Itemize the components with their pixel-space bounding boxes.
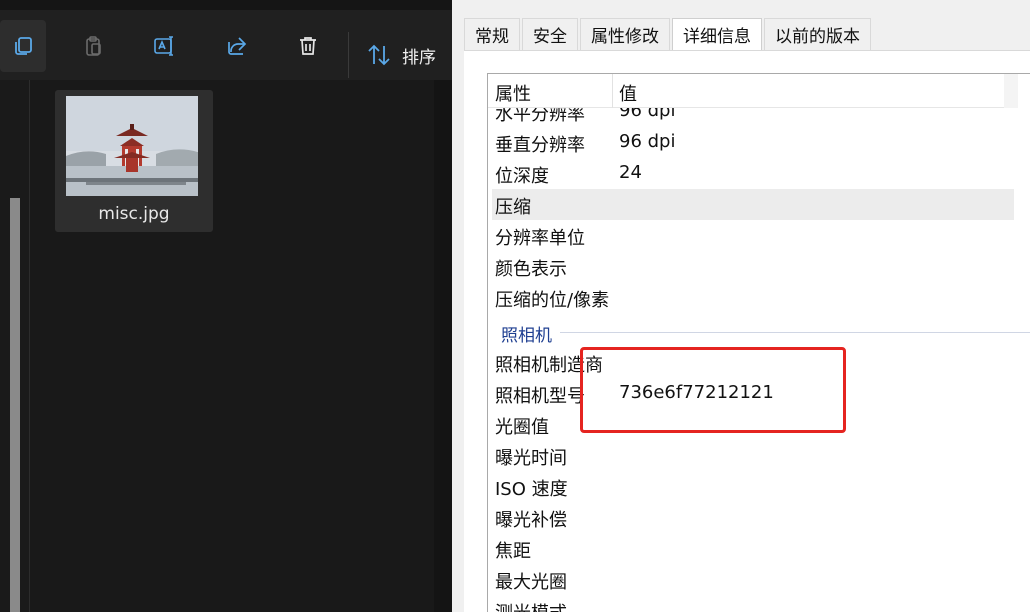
tab-security[interactable]: 安全 <box>522 18 578 50</box>
tab-previous-versions[interactable]: 以前的版本 <box>764 18 871 50</box>
detail-key: 垂直分辨率 <box>495 135 585 156</box>
file-list-scrollbar[interactable] <box>434 80 452 612</box>
details-panel: 属性 值 水平分辨率 96 dpi 垂直分辨率 96 dpi 位深度 24 压缩… <box>464 50 1030 612</box>
detail-row[interactable]: 焦距 <box>488 533 1030 564</box>
pavilion-thumbnail-image <box>66 96 198 196</box>
detail-key: ISO 速度 <box>495 479 568 500</box>
copy-button[interactable] <box>0 20 46 72</box>
column-header-property[interactable]: 属性 <box>495 80 531 106</box>
detail-value: 96 dpi <box>619 131 676 152</box>
detail-row-selected[interactable]: 压缩 <box>492 189 1014 220</box>
delete-button[interactable] <box>285 20 331 72</box>
group-header-camera: 照相机 <box>488 313 1030 347</box>
detail-row[interactable]: 最大光圈 <box>488 564 1030 595</box>
detail-key: 压缩 <box>495 197 531 218</box>
sort-icon <box>368 44 390 66</box>
paste-icon <box>86 36 101 56</box>
detail-row[interactable]: 分辨率单位 <box>488 220 1030 251</box>
file-explorer: 排序 misc.jpg <box>0 0 452 612</box>
group-divider <box>560 332 1030 333</box>
trash-icon <box>300 37 316 55</box>
detail-value: 24 <box>619 162 642 183</box>
sort-button[interactable]: 排序 <box>366 32 436 78</box>
paste-button[interactable] <box>70 20 116 72</box>
detail-key: 曝光补偿 <box>495 510 567 531</box>
file-item[interactable]: misc.jpg <box>55 90 213 232</box>
rename-button[interactable] <box>141 20 187 72</box>
nav-scrollbar-thumb[interactable] <box>10 198 20 612</box>
detail-row[interactable]: 压缩的位/像素 <box>488 282 1030 313</box>
tab-details[interactable]: 详细信息 <box>672 18 762 50</box>
share-icon <box>228 37 247 55</box>
detail-row[interactable]: 颜色表示 <box>488 251 1030 282</box>
screenshot-root: 排序 misc.jpg 常规 安全 属性修改 详细信息 以前的版本 属性 值 水… <box>0 0 1030 612</box>
sort-label: 排序 <box>402 47 436 68</box>
detail-row[interactable]: 曝光补偿 <box>488 502 1030 533</box>
detail-key: 最大光圈 <box>495 572 567 593</box>
detail-key: 焦距 <box>495 541 531 562</box>
properties-tabs: 常规 安全 属性修改 详细信息 以前的版本 <box>464 18 873 50</box>
detail-key: 颜色表示 <box>495 259 567 280</box>
detail-row[interactable]: ISO 速度 <box>488 471 1030 502</box>
detail-key: 测光模式 <box>495 599 567 612</box>
details-list: 属性 值 水平分辨率 96 dpi 垂直分辨率 96 dpi 位深度 24 压缩… <box>487 73 1030 612</box>
details-scrollbar[interactable] <box>1004 74 1018 108</box>
file-name: misc.jpg <box>98 204 170 224</box>
detail-key: 位深度 <box>495 166 549 187</box>
share-button[interactable] <box>214 20 260 72</box>
annotation-highlight-box <box>580 347 846 433</box>
title-strip <box>0 0 452 10</box>
details-list-header: 属性 值 <box>488 74 1018 108</box>
command-bar: 排序 <box>0 10 452 80</box>
column-header-value[interactable]: 值 <box>619 80 637 106</box>
column-separator[interactable] <box>612 74 613 108</box>
tab-general[interactable]: 常规 <box>464 18 520 50</box>
detail-row[interactable]: 测光模式 <box>488 595 1030 612</box>
image-thumbnail <box>66 96 198 196</box>
detail-key: 光圈值 <box>495 417 549 438</box>
properties-dialog: 常规 安全 属性修改 详细信息 以前的版本 属性 值 水平分辨率 96 dpi <box>452 0 1030 612</box>
detail-key: 照相机型号 <box>495 386 585 407</box>
tab-attribute-edit[interactable]: 属性修改 <box>580 18 670 50</box>
copy-icon <box>15 37 32 55</box>
navigation-pane <box>0 80 30 612</box>
detail-row[interactable]: 位深度 24 <box>488 158 1030 189</box>
detail-key: 曝光时间 <box>495 448 567 469</box>
detail-row[interactable]: 垂直分辨率 96 dpi <box>488 127 1030 158</box>
detail-key: 压缩的位/像素 <box>495 290 610 311</box>
detail-row[interactable]: 曝光时间 <box>488 440 1030 471</box>
detail-key: 分辨率单位 <box>495 228 585 249</box>
group-label: 照相机 <box>501 326 552 346</box>
toolbar-separator <box>348 32 349 78</box>
rename-icon <box>154 36 173 56</box>
